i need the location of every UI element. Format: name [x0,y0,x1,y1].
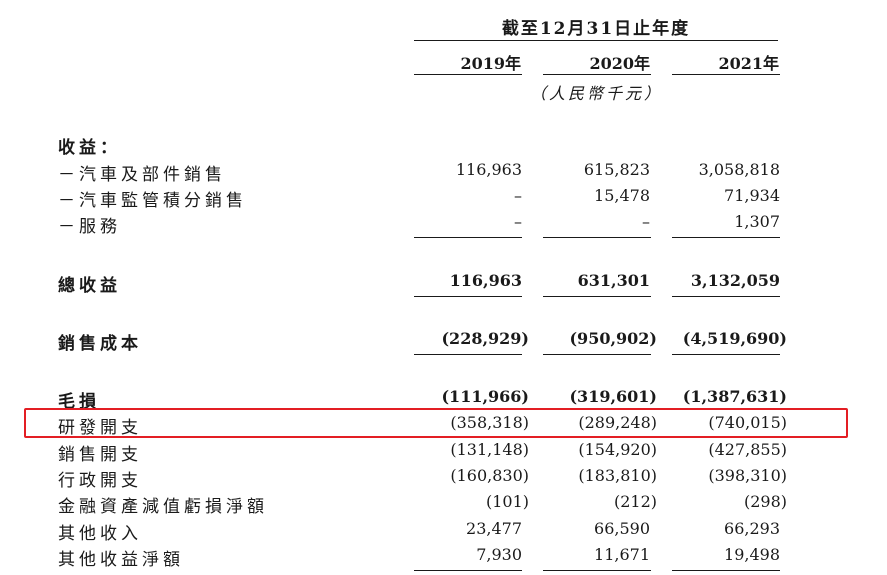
other-gains-2019: 7,930 [476,545,522,564]
services-2021: 1,307 [734,212,780,231]
selling-expenses-label: 銷售開支 [58,445,142,465]
selling-expenses-2020: (154,920) [578,440,657,459]
other-income-label: 其他收入 [58,524,142,544]
header-divider [414,40,778,41]
cost-rule-2021 [672,354,780,355]
other-gains-2021: 19,498 [724,545,780,564]
other-gains-label: 其他收益淨額 [58,550,184,570]
cost-rule-2019 [414,354,522,355]
gross-loss-2021: (1,387,631) [682,387,787,406]
impairment-2019: (101) [485,492,529,511]
credit-sales-2020: 15,478 [594,186,650,205]
revenue-heading: 收益： [58,138,121,158]
total-rule-2021 [672,296,780,297]
vehicle-sales-2021: 3,058,818 [698,160,780,179]
admin-expenses-label: 行政開支 [58,471,142,491]
bottom-rule-2021 [672,570,780,571]
cost-of-sales-2020: (950,902) [569,329,657,348]
rd-expenses-2020: (289,248) [578,413,657,432]
rd-expenses-2021: (740,015) [708,413,787,432]
impairment-label: 金融資產減值虧損淨額 [58,497,268,517]
period-header: 截至12月31日止年度 [501,19,691,39]
bottom-rule-2019 [414,570,522,571]
other-income-2019: 23,477 [466,519,522,538]
admin-expenses-2020: (183,810) [578,466,657,485]
gross-loss-2019: (111,966) [441,387,529,406]
services-label: －服務 [58,217,121,237]
rd-expenses-2019: (358,318) [450,413,529,432]
unit-label: （人民幣千元） [530,84,664,103]
impairment-2021: (298) [743,492,787,511]
year-2020-header: 2020年 [589,54,650,73]
total-revenue-label: 總收益 [58,276,121,296]
other-gains-2020: 11,671 [594,545,650,564]
total-revenue-2019: 116,963 [449,271,522,290]
admin-expenses-2021: (398,310) [708,466,787,485]
services-2019: – [514,212,522,231]
total-revenue-2020: 631,301 [577,271,650,290]
year-2019-header: 2019年 [460,54,521,73]
year-2021-header: 2021年 [718,54,779,73]
total-rule-2020 [543,296,651,297]
impairment-2020: (212) [613,492,657,511]
year-2021-underline [672,74,780,75]
total-revenue-2021: 3,132,059 [690,271,780,290]
cost-of-sales-2021: (4,519,690) [682,329,787,348]
gross-loss-2020: (319,601) [569,387,657,406]
credit-sales-label: －汽車監管積分銷售 [58,191,247,211]
total-rule-2019 [414,296,522,297]
subtotal-rule-2021 [672,237,780,238]
year-2020-underline [543,74,651,75]
cost-rule-2020 [543,354,651,355]
vehicle-sales-2020: 615,823 [583,160,650,179]
cost-of-sales-label: 銷售成本 [58,334,142,354]
bottom-rule-2020 [543,570,651,571]
credit-sales-2019: – [514,186,522,205]
cost-of-sales-2019: (228,929) [441,329,529,348]
other-income-2020: 66,590 [594,519,650,538]
services-2020: – [642,212,650,231]
year-2019-underline [414,74,522,75]
credit-sales-2021: 71,934 [724,186,780,205]
subtotal-rule-2019 [414,237,522,238]
other-income-2021: 66,293 [724,519,780,538]
vehicle-sales-label: －汽車及部件銷售 [58,165,226,185]
selling-expenses-2019: (131,148) [450,440,529,459]
admin-expenses-2019: (160,830) [450,466,529,485]
subtotal-rule-2020 [543,237,651,238]
vehicle-sales-2019: 116,963 [455,160,522,179]
rd-expenses-label: 研發開支 [58,418,142,438]
selling-expenses-2021: (427,855) [708,440,787,459]
